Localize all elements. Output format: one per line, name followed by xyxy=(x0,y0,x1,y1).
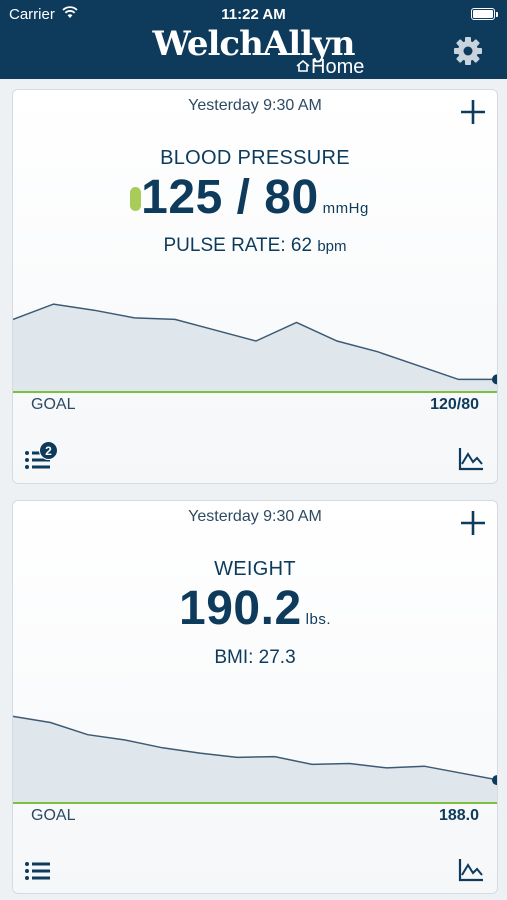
bp-trend-chart-icon[interactable] xyxy=(457,446,485,472)
bp-timestamp: Yesterday 9:30 AM xyxy=(188,97,322,114)
blood-pressure-card[interactable]: Yesterday 9:30 AM BLOOD PRESSURE 125 / 8… xyxy=(12,89,498,484)
pulse-value: 62 xyxy=(290,235,313,256)
bmi-label: BMI: xyxy=(214,647,254,668)
weight-title: WEIGHT xyxy=(214,558,296,580)
bp-value: 125 / 80 xyxy=(141,171,319,224)
weight-card[interactable]: Yesterday 9:30 AM WEIGHT 190.2 lbs. BMI: … xyxy=(12,500,498,894)
pulse-unit: bpm xyxy=(317,238,347,255)
bp-history-badge: 2 xyxy=(39,441,58,460)
weight-timestamp: Yesterday 9:30 AM xyxy=(188,508,322,525)
bmi: BMI: 27.3 xyxy=(13,647,497,669)
pulse-rate: PULSE RATE: 62 bpm xyxy=(13,235,497,257)
brand-sub-logo: Home xyxy=(296,56,364,78)
add-weight-button[interactable] xyxy=(459,509,487,537)
pulse-label: PULSE RATE: xyxy=(163,235,286,256)
add-bp-button[interactable] xyxy=(459,98,487,126)
weight-goal-value: 188.0 xyxy=(438,807,479,824)
weight-unit: lbs. xyxy=(305,611,331,628)
bp-unit: mmHg xyxy=(322,200,369,217)
weight-value: 190.2 xyxy=(179,582,302,635)
bp-goal-label: GOAL xyxy=(31,396,76,413)
bp-title: BLOOD PRESSURE xyxy=(160,147,350,169)
gear-icon[interactable] xyxy=(453,36,483,66)
house-icon xyxy=(296,60,310,72)
clock: 11:22 AM xyxy=(221,6,286,23)
bp-reading: 125 / 80 mmHg xyxy=(13,170,497,225)
weight-trend-area xyxy=(13,716,497,803)
bp-trend-chart xyxy=(13,303,497,393)
bp-trend-area xyxy=(13,304,497,392)
weight-trend-chart-icon[interactable] xyxy=(457,857,485,883)
weight-goal-label: GOAL xyxy=(31,807,76,824)
brand-sub-label: Home xyxy=(311,56,365,78)
weight-reading: 190.2 lbs. xyxy=(13,581,497,636)
bp-goal-value: 120/80 xyxy=(430,396,479,413)
bmi-value: 27.3 xyxy=(258,647,296,668)
weight-history-list-icon[interactable] xyxy=(24,857,54,883)
battery-icon xyxy=(471,8,498,20)
brand-logo: WelchAllyn xyxy=(152,24,355,64)
app-header: Carrier 11:22 AM WelchAllyn Home xyxy=(0,0,507,79)
weight-trend-chart xyxy=(13,715,497,804)
